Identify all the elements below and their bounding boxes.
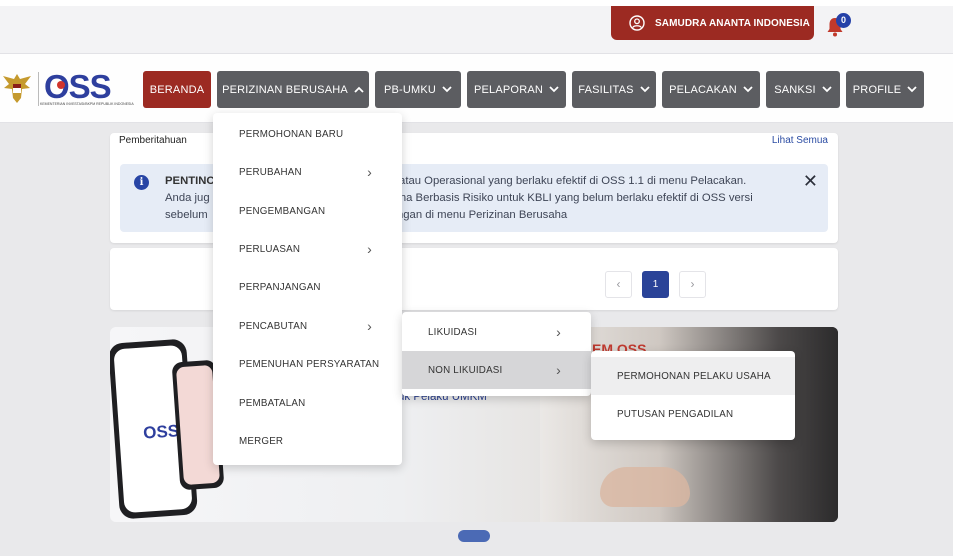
chevron-right-icon: › bbox=[367, 241, 372, 257]
see-all-link[interactable]: Lihat Semua bbox=[772, 135, 828, 146]
menu-item-label: NON LIKUIDASI bbox=[428, 364, 503, 376]
menu-item-label: PERMOHONAN BARU bbox=[239, 128, 344, 140]
handshake-image bbox=[600, 467, 690, 507]
menu-item-pembatalan[interactable]: PEMBATALAN bbox=[213, 384, 402, 422]
alert-line-2-prefix: Anda jug bbox=[165, 192, 210, 204]
close-icon[interactable]: ✕ bbox=[803, 172, 818, 190]
main-navbar: OSS KEMENTERIAN INVESTASI/BKPM REPUBLIK … bbox=[0, 54, 953, 123]
nav-pelaporan[interactable]: PELAPORAN bbox=[467, 71, 566, 108]
nav-sanksi-label: SANKSI bbox=[774, 83, 816, 96]
menu-item-label: PEMENUHAN PERSYARATAN bbox=[239, 358, 380, 370]
menu-item-label: PERLUASAN bbox=[239, 243, 301, 255]
logo-text: OSS bbox=[44, 68, 112, 105]
menu-item-label: PENCABUTAN bbox=[239, 320, 308, 332]
nav-pb-umku-label: PB-UMKU bbox=[383, 83, 437, 96]
nav-beranda[interactable]: BERANDA bbox=[143, 71, 211, 108]
perizinan-dropdown-menu: PERMOHONAN BARU PERUBAHAN › PENGEMBANGAN … bbox=[213, 113, 402, 465]
chevron-down-icon bbox=[640, 86, 650, 93]
logo-divider bbox=[38, 72, 39, 106]
menu-item-perluasan[interactable]: PERLUASAN › bbox=[213, 230, 402, 268]
nav-fasilitas[interactable]: FASILITAS bbox=[572, 71, 656, 108]
nav-profile[interactable]: PROFILE bbox=[846, 71, 924, 108]
menu-item-label: PENGEMBANGAN bbox=[239, 205, 326, 217]
nav-pelaporan-label: PELAPORAN bbox=[473, 83, 544, 96]
nav-sanksi[interactable]: SANKSI bbox=[766, 71, 840, 108]
alert-line-3: angan di menu Perizinan Berusaha bbox=[390, 209, 568, 221]
menu-item-perubahan[interactable]: PERUBAHAN › bbox=[213, 153, 402, 191]
nav-fasilitas-label: FASILITAS bbox=[578, 83, 634, 96]
notification-count-badge: 0 bbox=[836, 13, 851, 28]
menu-item-pengembangan[interactable]: PENGEMBANGAN bbox=[213, 192, 402, 230]
user-name: SAMUDRA ANANTA INDONESIA bbox=[655, 17, 810, 29]
alert-heading: PENTINC bbox=[165, 175, 215, 187]
pagination-page-1[interactable]: 1 bbox=[642, 271, 669, 298]
pagination-next-button[interactable]: › bbox=[679, 271, 706, 298]
non-likuidasi-submenu: PERMOHONAN PELAKU USAHA PUTUSAN PENGADIL… bbox=[591, 351, 795, 440]
logo-subtitle: KEMENTERIAN INVESTASI/BKPM REPUBLIK INDO… bbox=[40, 102, 134, 106]
chevron-down-icon bbox=[822, 86, 832, 93]
nav-pelacakan-label: PELACAKAN bbox=[669, 83, 737, 96]
chevron-down-icon bbox=[907, 86, 917, 93]
logo-swoosh-icon bbox=[57, 81, 65, 89]
menu-item-likuidasi[interactable]: LIKUIDASI › bbox=[402, 313, 591, 351]
carousel-indicator[interactable] bbox=[458, 530, 490, 542]
pencabutan-submenu: LIKUIDASI › NON LIKUIDASI › bbox=[402, 312, 591, 396]
menu-item-label: PEMBATALAN bbox=[239, 397, 306, 409]
alert-line-1: ial atau Operasional yang berlaku efekti… bbox=[384, 175, 747, 187]
chevron-right-icon: › bbox=[556, 362, 561, 378]
nav-pb-umku[interactable]: PB-UMKU bbox=[375, 71, 461, 108]
alert-line-3-prefix: sebelum bbox=[165, 209, 208, 221]
menu-item-label: LIKUIDASI bbox=[428, 326, 478, 338]
chevron-down-icon bbox=[743, 86, 753, 93]
menu-item-merger[interactable]: MERGER bbox=[213, 422, 402, 460]
menu-item-label: MERGER bbox=[239, 435, 284, 447]
chevron-right-icon: › bbox=[367, 318, 372, 334]
notification-title: Pemberitahuan bbox=[119, 135, 187, 146]
chevron-right-icon: › bbox=[367, 164, 372, 180]
info-icon: i bbox=[134, 175, 149, 190]
pagination-prev-button[interactable]: ‹ bbox=[605, 271, 632, 298]
menu-item-permohonan-baru[interactable]: PERMOHONAN BARU bbox=[213, 115, 402, 153]
menu-item-pemenuhan-persyaratan[interactable]: PEMENUHAN PERSYARATAN bbox=[213, 345, 402, 383]
menu-item-permohonan-pelaku-usaha[interactable]: PERMOHONAN PELAKU USAHA bbox=[591, 357, 795, 395]
phone-logo-text: OSS bbox=[142, 421, 180, 443]
menu-item-label: PERUBAHAN bbox=[239, 166, 302, 178]
nav-perizinan-label: PERIZINAN BERUSAHA bbox=[222, 83, 348, 96]
nav-profile-label: PROFILE bbox=[852, 83, 902, 96]
chevron-right-icon: › bbox=[556, 324, 561, 340]
chevron-down-icon bbox=[549, 86, 559, 93]
menu-item-label: PERPANJANGAN bbox=[239, 281, 321, 293]
oss-logo[interactable]: OSS KEMENTERIAN INVESTASI/BKPM REPUBLIK … bbox=[0, 68, 134, 108]
menu-item-non-likuidasi[interactable]: NON LIKUIDASI › bbox=[402, 351, 591, 389]
nav-pelacakan[interactable]: PELACAKAN bbox=[662, 71, 760, 108]
nav-beranda-label: BERANDA bbox=[149, 83, 205, 96]
menu-item-pencabutan[interactable]: PENCABUTAN › bbox=[213, 307, 402, 345]
alert-line-2: usaha Berbasis Risiko untuk KBLI yang be… bbox=[381, 192, 753, 204]
menu-item-label: PUTUSAN PENGADILAN bbox=[617, 408, 734, 420]
nav-perizinan-berusaha[interactable]: PERIZINAN BERUSAHA bbox=[217, 71, 369, 108]
user-account-button[interactable]: SAMUDRA ANANTA INDONESIA bbox=[611, 6, 814, 40]
user-circle-icon bbox=[629, 15, 645, 31]
chevron-up-icon bbox=[354, 86, 364, 93]
menu-item-perpanjangan[interactable]: PERPANJANGAN bbox=[213, 268, 402, 306]
menu-item-label: PERMOHONAN PELAKU USAHA bbox=[617, 370, 771, 382]
chevron-down-icon bbox=[442, 86, 452, 93]
garuda-emblem-icon bbox=[3, 74, 31, 103]
menu-item-putusan-pengadilan[interactable]: PUTUSAN PENGADILAN bbox=[591, 395, 795, 433]
